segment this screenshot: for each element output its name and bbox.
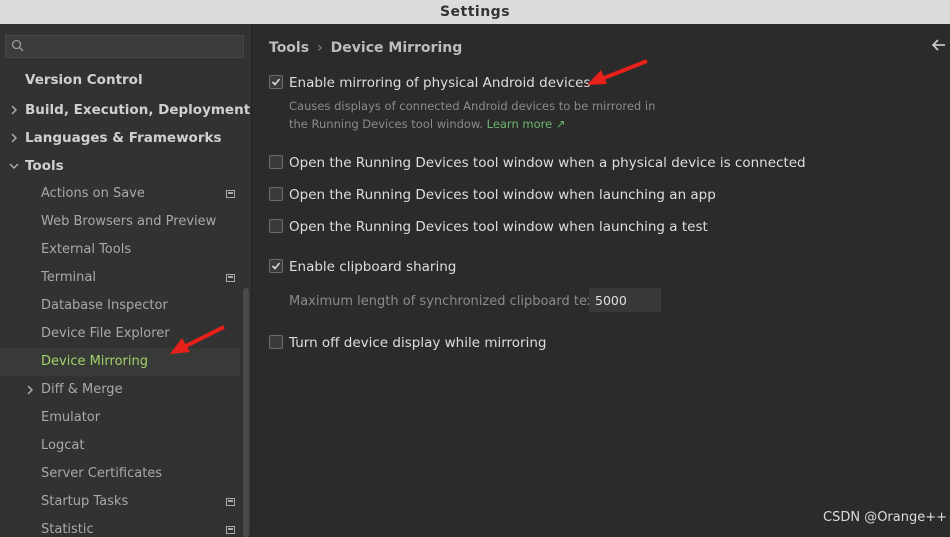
- annotation-arrow-icon: [587, 59, 648, 85]
- sidebar-item-actions-on-save[interactable]: Actions on Save: [0, 180, 240, 208]
- mirroring-description-line1: Causes displays of connected Android dev…: [289, 99, 656, 113]
- checkmark-icon: [271, 78, 281, 86]
- open-on-test-option[interactable]: Open the Running Devices tool window whe…: [269, 217, 708, 237]
- sidebar-item-label: Device Mirroring: [41, 354, 148, 369]
- sidebar-item-label: Build, Execution, Deployment: [25, 102, 251, 118]
- sidebar-item-external-tools[interactable]: External Tools: [0, 236, 240, 264]
- sidebar-item-label: Emulator: [41, 410, 101, 425]
- open-on-app-checkbox[interactable]: [269, 187, 283, 201]
- breadcrumb-parent[interactable]: Tools: [269, 40, 309, 56]
- enable-mirroring-label: Enable mirroring of physical Android dev…: [289, 75, 591, 91]
- clipboard-sharing-checkbox[interactable]: [269, 259, 283, 273]
- open-on-connect-option[interactable]: Open the Running Devices tool window whe…: [269, 153, 806, 173]
- sidebar-item-terminal[interactable]: Terminal: [0, 264, 240, 292]
- settings-search-box[interactable]: [5, 35, 244, 58]
- clipboard-max-length-label: Maximum length of synchronized clipboard…: [289, 294, 604, 309]
- sidebar-item-label: Actions on Save: [41, 186, 145, 201]
- sidebar-item-startup-tasks[interactable]: Startup Tasks: [0, 488, 240, 516]
- annotation-arrow-icon: [170, 325, 225, 354]
- project-settings-icon: [226, 498, 235, 506]
- open-on-test-label: Open the Running Devices tool window whe…: [289, 219, 708, 235]
- turn-off-display-checkbox[interactable]: [269, 335, 283, 349]
- sidebar-item-version-control[interactable]: Version Control: [0, 66, 240, 94]
- chevron-right-icon[interactable]: [26, 385, 34, 395]
- sidebar-item-statistic[interactable]: Statistic: [0, 516, 240, 537]
- sidebar-item-label: Tools: [25, 158, 64, 174]
- learn-more-link[interactable]: Learn more ↗: [487, 117, 566, 131]
- sidebar-item-label: Server Certificates: [41, 466, 163, 481]
- sidebar-item-label: Terminal: [41, 270, 96, 285]
- turn-off-display-label: Turn off device display while mirroring: [289, 335, 547, 351]
- back-arrow-icon[interactable]: [932, 38, 946, 52]
- sidebar-item-label: Diff & Merge: [41, 382, 123, 397]
- breadcrumb-separator-icon: ›: [317, 40, 323, 56]
- chevron-down-icon[interactable]: [9, 162, 19, 170]
- sidebar-item-web-browsers[interactable]: Web Browsers and Preview: [0, 208, 240, 236]
- sidebar-item-label: External Tools: [41, 242, 132, 257]
- sidebar-scrollbar[interactable]: [243, 288, 249, 537]
- sidebar-item-label: Statistic: [41, 522, 94, 537]
- open-on-test-checkbox[interactable]: [269, 219, 283, 233]
- checkmark-icon: [271, 262, 281, 270]
- window-title: Settings: [0, 0, 950, 24]
- settings-sidebar: Version Control Build, Execution, Deploy…: [0, 24, 252, 537]
- chevron-right-icon[interactable]: [10, 105, 18, 115]
- sidebar-item-database-inspector[interactable]: Database Inspector: [0, 292, 240, 320]
- search-input[interactable]: [30, 38, 235, 55]
- project-settings-icon: [226, 274, 235, 282]
- settings-content: Tools › Device Mirroring Enable mirroring …: [253, 24, 950, 537]
- open-on-app-option[interactable]: Open the Running Devices tool window whe…: [269, 185, 716, 205]
- sidebar-item-build-execution-deployment[interactable]: Build, Execution, Deployment: [0, 96, 250, 124]
- chevron-right-icon[interactable]: [10, 133, 18, 143]
- sidebar-item-label: Database Inspector: [41, 298, 168, 313]
- mirroring-description-line2: the Running Devices tool window. Learn m…: [289, 115, 566, 133]
- sidebar-item-label: Logcat: [41, 438, 85, 453]
- open-on-connect-label: Open the Running Devices tool window whe…: [289, 155, 806, 171]
- sidebar-item-diff-merge[interactable]: Diff & Merge: [0, 376, 240, 404]
- sidebar-item-label: Version Control: [25, 72, 143, 88]
- turn-off-display-option[interactable]: Turn off device display while mirroring: [269, 333, 549, 353]
- clipboard-sharing-label: Enable clipboard sharing: [289, 259, 457, 275]
- sidebar-item-label: Languages & Frameworks: [25, 130, 222, 146]
- sidebar-item-server-certificates[interactable]: Server Certificates: [0, 460, 240, 488]
- sidebar-item-tools[interactable]: Tools: [0, 152, 240, 180]
- mirroring-description-text: the Running Devices tool window.: [289, 117, 483, 131]
- sidebar-item-label: Web Browsers and Preview: [41, 214, 217, 229]
- enable-mirroring-checkbox[interactable]: [269, 75, 283, 89]
- search-icon: [11, 39, 24, 52]
- breadcrumb-current: Device Mirroring: [330, 40, 463, 56]
- sidebar-item-logcat[interactable]: Logcat: [0, 432, 240, 460]
- sidebar-item-languages-frameworks[interactable]: Languages & Frameworks: [0, 124, 240, 152]
- open-on-connect-checkbox[interactable]: [269, 155, 283, 169]
- watermark: CSDN @Orange++: [823, 510, 948, 525]
- clipboard-max-length-field[interactable]: [589, 288, 661, 312]
- project-settings-icon: [226, 526, 235, 534]
- project-settings-icon: [226, 190, 235, 198]
- sidebar-item-label: Device File Explorer: [41, 326, 170, 341]
- sidebar-item-label: Startup Tasks: [41, 494, 129, 509]
- sidebar-item-emulator[interactable]: Emulator: [0, 404, 240, 432]
- breadcrumb: Tools › Device Mirroring: [269, 40, 462, 56]
- clipboard-sharing-option[interactable]: Enable clipboard sharing: [269, 257, 469, 277]
- open-on-app-label: Open the Running Devices tool window whe…: [289, 187, 716, 203]
